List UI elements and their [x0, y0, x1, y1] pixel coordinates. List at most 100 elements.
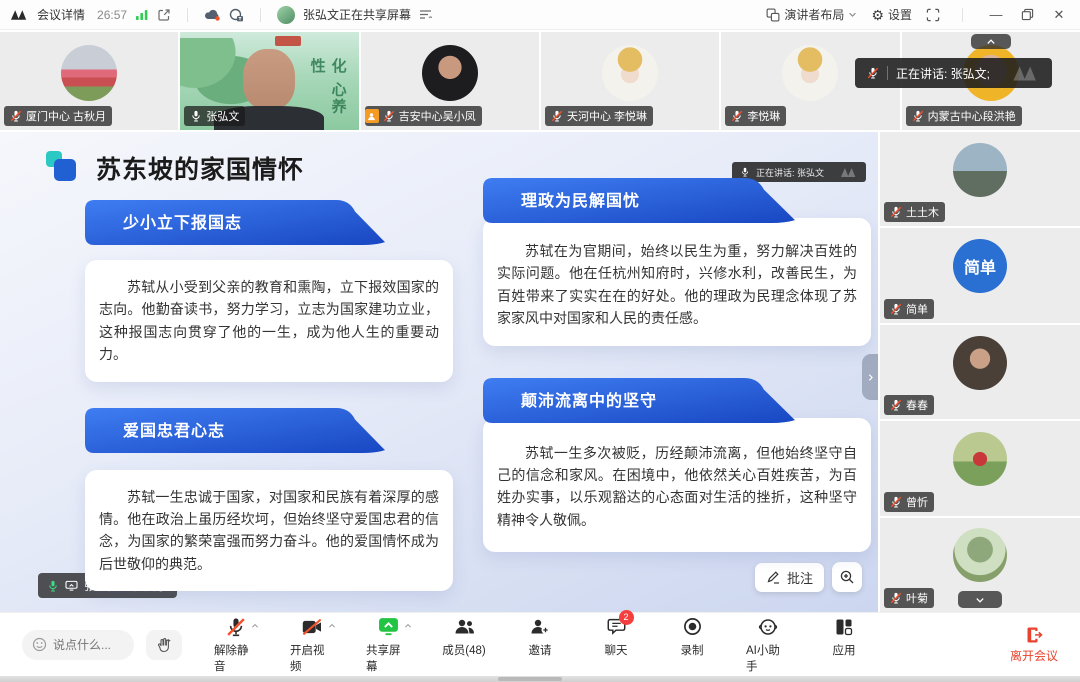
section-banner: 颠沛流离中的坚守	[483, 378, 795, 424]
settings-button[interactable]: ⚙ 设置	[871, 6, 912, 23]
ai-assistant-button[interactable]: AI小助手	[746, 616, 790, 674]
zoom-button[interactable]	[832, 562, 862, 592]
mic-muted-icon	[890, 303, 902, 315]
layout-switcher-button[interactable]: 演讲者布局	[766, 6, 857, 23]
meeting-toolbar: 解除静音 开启视频 共享屏幕	[0, 612, 1080, 676]
video-tile[interactable]: 春春	[880, 325, 1080, 419]
mic-muted-icon	[731, 110, 743, 122]
chevron-down-icon	[848, 10, 857, 19]
participant-name-pill: 内蒙古中心段洪艳	[906, 106, 1022, 126]
slide-logo-icon	[46, 151, 80, 185]
share-screen-button[interactable]: 共享屏幕	[366, 616, 410, 674]
invite-icon	[530, 618, 550, 635]
members-button[interactable]: 成员(48)	[442, 616, 486, 658]
start-video-button[interactable]: 开启视频	[290, 616, 334, 674]
mic-muted-icon	[226, 617, 246, 637]
video-tile-speaking[interactable]: 化 心养性 张弘文	[180, 32, 358, 130]
video-tile[interactable]: 厦门中心 古秋月	[0, 32, 178, 130]
mic-on-icon	[47, 580, 59, 592]
video-tile[interactable]: 曾忻	[880, 421, 1080, 515]
fullscreen-icon[interactable]	[926, 8, 940, 22]
annotate-button[interactable]: 批注	[755, 563, 824, 592]
quick-chat-input[interactable]	[22, 630, 134, 660]
invite-button[interactable]: 邀请	[518, 616, 562, 658]
chat-message-field[interactable]	[53, 638, 123, 652]
caption-status-icon[interactable]	[229, 8, 244, 22]
raise-hand-button[interactable]	[146, 630, 182, 660]
avatar	[782, 45, 838, 101]
video-tile[interactable]: 吉安中心吴小凤	[361, 32, 539, 130]
participant-name-pill: 厦门中心 古秋月	[4, 106, 112, 126]
cohost-badge-icon	[365, 109, 379, 123]
record-button[interactable]: 录制	[670, 616, 714, 658]
mic-muted-icon	[912, 110, 924, 122]
section-banner: 爱国忠君心志	[85, 408, 385, 454]
layout-icon	[766, 8, 780, 22]
share-options-chevron[interactable]	[404, 621, 412, 633]
avatar-text: 简单	[964, 254, 996, 278]
participant-name-pill: 春春	[884, 395, 934, 415]
video-options-chevron[interactable]	[328, 621, 336, 633]
section-card: 苏轼一生忠诚于国家，对国家和民族有着深厚的感情。他在政治上虽历经坎坷，但始终坚守…	[85, 470, 453, 592]
video-tile[interactable]: 简单 简单	[880, 228, 1080, 322]
mic-muted-icon	[890, 496, 902, 508]
participant-name-pill: 张弘文	[184, 106, 245, 126]
desktop-taskbar-edge	[0, 676, 1080, 682]
apps-button[interactable]: 应用	[822, 616, 866, 658]
watermark-logo-icon	[840, 167, 858, 178]
participant-name-pill: 简单	[884, 299, 934, 319]
mic-muted-icon	[10, 110, 22, 122]
restore-window-button[interactable]	[1021, 8, 1034, 21]
minimize-button[interactable]: —	[985, 7, 1007, 22]
network-signal-icon	[135, 8, 149, 21]
participant-name-pill: 天河中心 李悦琳	[545, 106, 653, 126]
share-detail-icon[interactable]	[419, 9, 432, 20]
apps-grid-icon	[835, 618, 853, 636]
video-tile[interactable]: 天河中心 李悦琳	[541, 32, 719, 130]
popout-window-icon[interactable]	[157, 8, 171, 22]
mic-muted-icon	[383, 110, 395, 122]
unmute-button[interactable]: 解除静音	[214, 616, 258, 674]
close-button[interactable]: ✕	[1048, 7, 1070, 23]
scroll-up-button[interactable]	[971, 34, 1011, 49]
record-icon	[683, 617, 702, 636]
slide-title: 苏东坡的家国情怀	[96, 150, 304, 186]
avatar	[602, 45, 658, 101]
meeting-app-logo-icon	[10, 9, 29, 21]
section-card: 苏轼一生多次被贬，历经颠沛流离，但他始终坚守自己的信念和家风。在困境中，他依然关…	[483, 418, 871, 552]
participant-name-pill: 吉安中心吴小凤	[365, 106, 482, 126]
scroll-down-button[interactable]	[958, 591, 1002, 608]
sharer-avatar	[277, 6, 295, 24]
section-banner: 理政为民解国忧	[483, 178, 795, 224]
chat-unread-badge: 2	[619, 610, 634, 625]
pen-icon	[766, 570, 781, 585]
section-banner: 少小立下报国志	[85, 200, 385, 246]
leave-meeting-button[interactable]: 离开会议	[1010, 626, 1058, 664]
camera-off-icon	[301, 619, 323, 635]
members-icon	[454, 618, 475, 635]
video-tile[interactable]: 土土木	[880, 132, 1080, 226]
next-slide-tab[interactable]	[862, 354, 878, 400]
mic-muted-icon	[867, 67, 879, 79]
avatar: 简单	[953, 239, 1007, 293]
sharing-status-text: 张弘文正在共享屏幕	[303, 6, 411, 23]
raised-hand-icon	[156, 637, 172, 653]
mic-muted-icon	[890, 206, 902, 218]
mic-muted-icon	[551, 110, 563, 122]
mic-muted-icon	[890, 592, 902, 604]
chevron-up-icon	[986, 37, 996, 47]
chevron-down-icon	[975, 595, 985, 605]
shared-screen-area: 苏东坡的家国情怀 正在讲话: 张弘文 少小立下报国志 苏轼从小受到父亲的教育和熏…	[0, 132, 878, 612]
chat-button[interactable]: 2 聊天	[594, 616, 638, 658]
mic-options-chevron[interactable]	[251, 621, 259, 633]
cloud-status-icon[interactable]	[204, 8, 221, 21]
slide-content: 少小立下报国志 苏轼从小受到父亲的教育和熏陶，立下报效国家的志向。他勤奋读书，努…	[0, 186, 878, 591]
avatar	[61, 45, 117, 101]
participants-sidebar: 土土木 简单 简单 春春 曾忻	[878, 132, 1080, 612]
ai-robot-icon	[758, 618, 778, 636]
leave-icon	[1025, 626, 1043, 644]
meeting-details-button[interactable]: 会议详情	[37, 6, 85, 23]
video-tile[interactable]: 叶菊	[880, 518, 1080, 612]
section-card: 苏轼在为官期间，始终以民生为重，努力解决百姓的实际问题。他在任杭州知府时，兴修水…	[483, 218, 871, 346]
participant-name-pill: 叶菊	[884, 588, 934, 608]
